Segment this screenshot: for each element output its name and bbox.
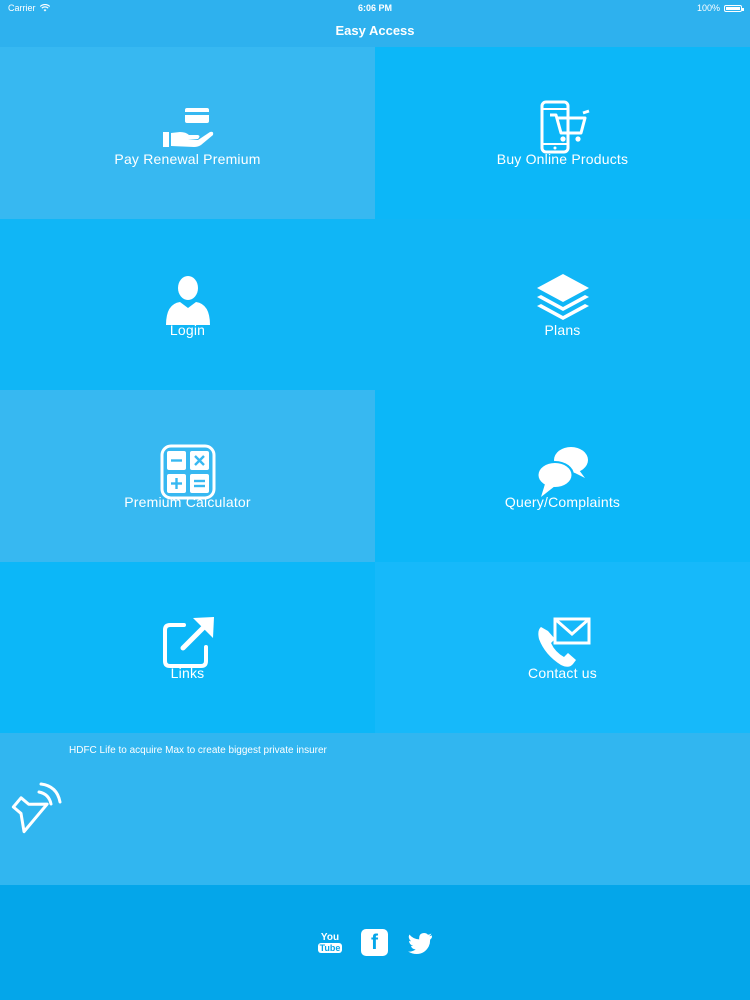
- footer: You Tube f: [0, 885, 750, 1000]
- twitter-icon[interactable]: [406, 929, 434, 957]
- tile-plans[interactable]: Plans: [375, 218, 750, 390]
- facebook-icon[interactable]: f: [361, 929, 388, 956]
- tile-contact-us[interactable]: Contact us: [375, 561, 750, 733]
- tile-label: Login: [169, 322, 206, 339]
- status-bar: Carrier 6:06 PM 100%: [0, 0, 750, 16]
- phone-mail-icon: [533, 613, 593, 673]
- status-time: 6:06 PM: [357, 3, 392, 13]
- youtube-top: You: [320, 932, 340, 943]
- external-link-icon: [158, 613, 218, 673]
- chat-bubbles-icon: [533, 442, 593, 502]
- tile-pay-renewal-premium[interactable]: Pay Renewal Premium: [0, 47, 375, 219]
- tile-login[interactable]: Login: [0, 218, 375, 390]
- mobile-cart-icon: [533, 99, 593, 159]
- news-ticker: HDFC Life to acquire Max to create bigge…: [0, 733, 750, 885]
- tile-links[interactable]: Links: [0, 561, 375, 733]
- tile-label: Pay Renewal Premium: [114, 150, 261, 167]
- battery-percent: 100%: [696, 3, 720, 13]
- youtube-bottom: Tube: [317, 943, 343, 953]
- tile-label: Plans: [544, 322, 581, 339]
- pay-premium-icon: [158, 99, 218, 159]
- calculator-icon: [158, 442, 218, 502]
- tile-label: Query/Complaints: [504, 493, 621, 510]
- speaker-icon[interactable]: [5, 778, 65, 838]
- tile-label: Buy Online Products: [496, 150, 629, 167]
- user-icon: [158, 270, 218, 330]
- news-headline[interactable]: HDFC Life to acquire Max to create bigge…: [69, 745, 327, 756]
- tile-query-complaints[interactable]: Query/Complaints: [375, 390, 750, 562]
- tile-label: Links: [170, 665, 205, 682]
- nav-bar: Easy Access: [0, 16, 750, 47]
- layers-icon: [533, 270, 593, 330]
- youtube-icon[interactable]: You Tube: [316, 929, 344, 957]
- facebook-glyph: f: [371, 930, 378, 954]
- battery-icon: [724, 4, 744, 12]
- tile-label: Premium Calculator: [124, 493, 251, 510]
- tile-premium-calculator[interactable]: Premium Calculator: [0, 390, 375, 562]
- battery-group: 100%: [696, 0, 744, 16]
- tile-buy-online-products[interactable]: Buy Online Products: [375, 47, 750, 219]
- menu-grid: Pay Renewal Premium Buy Online Products: [0, 47, 750, 733]
- page-title: Easy Access: [335, 23, 415, 38]
- tile-label: Contact us: [528, 665, 597, 682]
